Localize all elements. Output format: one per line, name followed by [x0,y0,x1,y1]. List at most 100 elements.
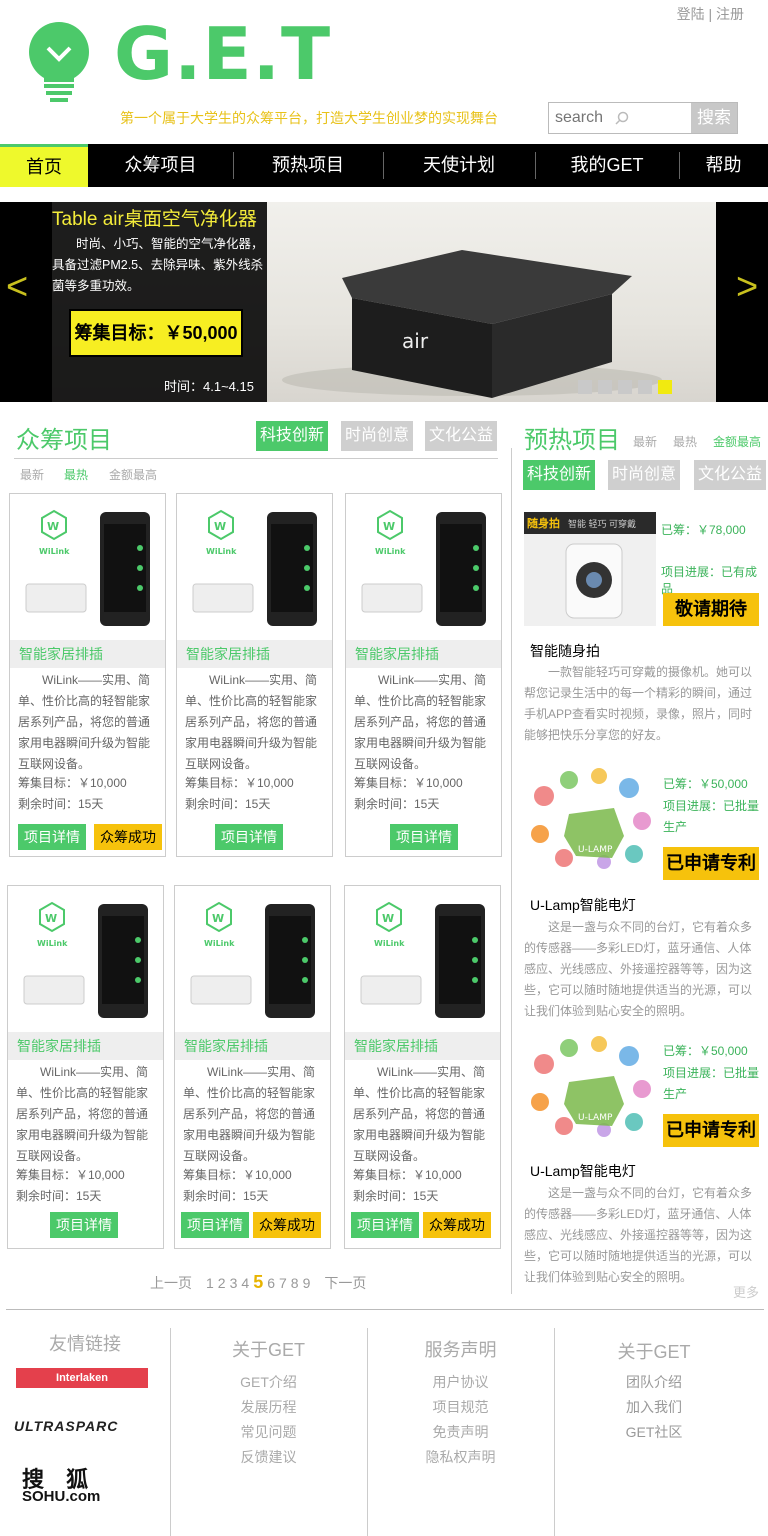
nav-preheat[interactable]: 预热项目 [233,144,383,187]
carousel-dot[interactable] [578,380,592,394]
pager-page[interactable]: 1 [206,1275,214,1291]
preheat-item-image[interactable]: U-LAMP [524,766,659,872]
pager-page[interactable]: 4 [241,1275,249,1291]
pager-page[interactable]: 8 [291,1275,299,1291]
tag-tech[interactable]: 科技创新 [256,421,328,451]
project-card[interactable]: W WiLink 智能家居排插 WiLink——实用、简单、性价比高的轻智能家居系列产… [7,885,164,1249]
footer-col-title: 服务声明 [424,1340,497,1360]
footer-link[interactable]: 免责声明 [367,1420,554,1445]
project-card[interactable]: W WiLink 智能家居排插 WiLink——实用、简单、性价比高的轻智能家居系列产… [345,493,502,857]
project-detail-button[interactable]: 项目详情 [351,1212,419,1238]
register-link[interactable]: 注册 [716,4,744,24]
footer-link[interactable]: GET介绍 [170,1370,367,1395]
preheat-item-title[interactable]: U-Lamp智能电灯 [530,1161,636,1181]
preheat-tag-fashion[interactable]: 时尚创意 [608,460,680,490]
project-name[interactable]: 智能家居排插 [346,640,501,668]
top-links-separator: | [708,6,713,22]
pager-page[interactable]: 2 [218,1275,226,1291]
preheat-tag-tech[interactable]: 科技创新 [523,460,595,490]
preheat-item-title[interactable]: U-Lamp智能电灯 [530,895,636,915]
sort-hottest[interactable]: 最热 [64,466,88,483]
banner-goal: 筹集目标：￥50,000 [69,309,243,357]
banner-title[interactable]: Table air桌面空气净化器 [52,204,257,231]
project-image[interactable]: W WiLink [22,504,154,628]
project-card[interactable]: W WiLink 智能家居排插 WiLink——实用、简单、性价比高的轻智能家居系列产… [176,493,333,857]
project-image[interactable]: W WiLink [189,504,321,628]
preheat-sort-amount[interactable]: 金额最高 [713,433,761,450]
logo-text[interactable]: G.E.T [114,14,331,94]
project-image[interactable]: W WiLink [358,504,490,628]
pager-current-page[interactable]: 5 [253,1272,263,1293]
carousel-dot-active[interactable] [658,380,672,394]
preheat-sort-newest[interactable]: 最新 [633,433,657,450]
project-detail-button[interactable]: 项目详情 [18,824,86,850]
footer-link[interactable]: GET社区 [554,1420,754,1445]
banner-product-label: air [402,329,429,353]
tag-fashion[interactable]: 时尚创意 [341,421,413,451]
ulamp-illustration-icon: U-LAMP [531,1036,651,1137]
svg-text:W: W [212,912,224,925]
preheat-item-image[interactable]: 随身拍 智能 轻巧 可穿戴 [524,512,656,626]
project-name[interactable]: 智能家居排插 [177,640,332,668]
pager-page[interactable]: 6 [267,1275,275,1291]
preheat-item-image[interactable]: U-LAMP [524,1034,659,1140]
project-card[interactable]: W WiLink 智能家居排插 WiLink——实用、简单、性价比高的轻智能家居系列产… [9,493,166,857]
pager-page[interactable]: 9 [303,1275,311,1291]
footer-col-title: 关于GET [231,1340,305,1360]
footer-link[interactable]: 加入我们 [554,1395,754,1420]
footer-link[interactable]: 隐私权声明 [367,1445,554,1470]
pager-page[interactable]: 3 [230,1275,238,1291]
carousel-dot[interactable] [618,380,632,394]
preheat-item-title[interactable]: 智能随身拍 [530,641,600,661]
card-brand-label: WiLink [375,547,406,556]
preheat-sort-hottest[interactable]: 最热 [673,433,697,450]
footer-link[interactable]: 项目规范 [367,1395,554,1420]
pager-next[interactable]: 下一页 [324,1273,366,1293]
carousel-next-button[interactable]: > [736,266,758,309]
pager-page[interactable]: 7 [279,1275,287,1291]
preheat-tag-culture[interactable]: 文化公益 [694,460,766,490]
project-detail-button[interactable]: 项目详情 [390,824,458,850]
carousel-dot[interactable] [638,380,652,394]
project-goal: 筹集目标：￥10,000 [353,1168,462,1182]
nav-angel-plan[interactable]: 天使计划 [383,144,535,187]
login-link[interactable]: 登陆 [677,4,705,24]
partner-sohu-domain[interactable]: SOHU.com [22,1488,100,1505]
sort-amount[interactable]: 金额最高 [109,466,157,483]
carousel-dot[interactable] [598,380,612,394]
project-detail-button[interactable]: 项目详情 [215,824,283,850]
more-link[interactable]: 更多 [733,1282,759,1301]
nav-crowdfunding[interactable]: 众筹项目 [88,144,233,187]
project-detail-button[interactable]: 项目详情 [181,1212,249,1238]
project-desc: WiLink——实用、简单、性价比高的轻智能家居系列产品，将您的普通家用电器瞬间… [185,673,318,771]
carousel-prev-button[interactable]: < [6,266,28,309]
tag-culture[interactable]: 文化公益 [425,421,497,451]
project-name[interactable]: 智能家居排插 [175,1032,330,1060]
project-name[interactable]: 智能家居排插 [345,1032,500,1060]
card-brand-label: WiLink [37,939,68,948]
footer-link[interactable]: 反馈建议 [170,1445,367,1470]
footer-link[interactable]: 发展历程 [170,1395,367,1420]
preheat-progress: 项目进展：已有成品 [661,565,758,596]
project-remaining: 剩余时间：15天 [183,1189,269,1203]
sort-newest[interactable]: 最新 [20,466,44,483]
footer-link[interactable]: 团队介绍 [554,1370,754,1395]
project-image[interactable]: W WiLink [187,896,319,1020]
nav-home[interactable]: 首页 [0,144,88,187]
partner-interlaken-logo[interactable]: Interlaken [16,1368,148,1388]
project-image[interactable]: W WiLink [20,896,152,1020]
partner-ultrasparc-logo[interactable]: ULTRASPARC [14,1418,118,1434]
footer-link[interactable]: 用户协议 [367,1370,554,1395]
search-button[interactable]: 搜索 [691,103,737,133]
nav-help[interactable]: 帮助 [679,144,768,187]
project-card[interactable]: W WiLink 智能家居排插 WiLink——实用、简单、性价比高的轻智能家居系列产… [174,885,331,1249]
preheat-badge: 已申请专利 [663,847,759,880]
project-name[interactable]: 智能家居排插 [10,640,165,668]
project-name[interactable]: 智能家居排插 [8,1032,163,1060]
project-detail-button[interactable]: 项目详情 [50,1212,118,1238]
nav-my-get[interactable]: 我的GET [535,144,679,187]
footer-link[interactable]: 常见问题 [170,1420,367,1445]
project-image[interactable]: W WiLink [357,896,489,1020]
pager-prev[interactable]: 上一页 [150,1273,192,1293]
project-card[interactable]: W WiLink 智能家居排插 WiLink——实用、简单、性价比高的轻智能家居系列产… [344,885,501,1249]
